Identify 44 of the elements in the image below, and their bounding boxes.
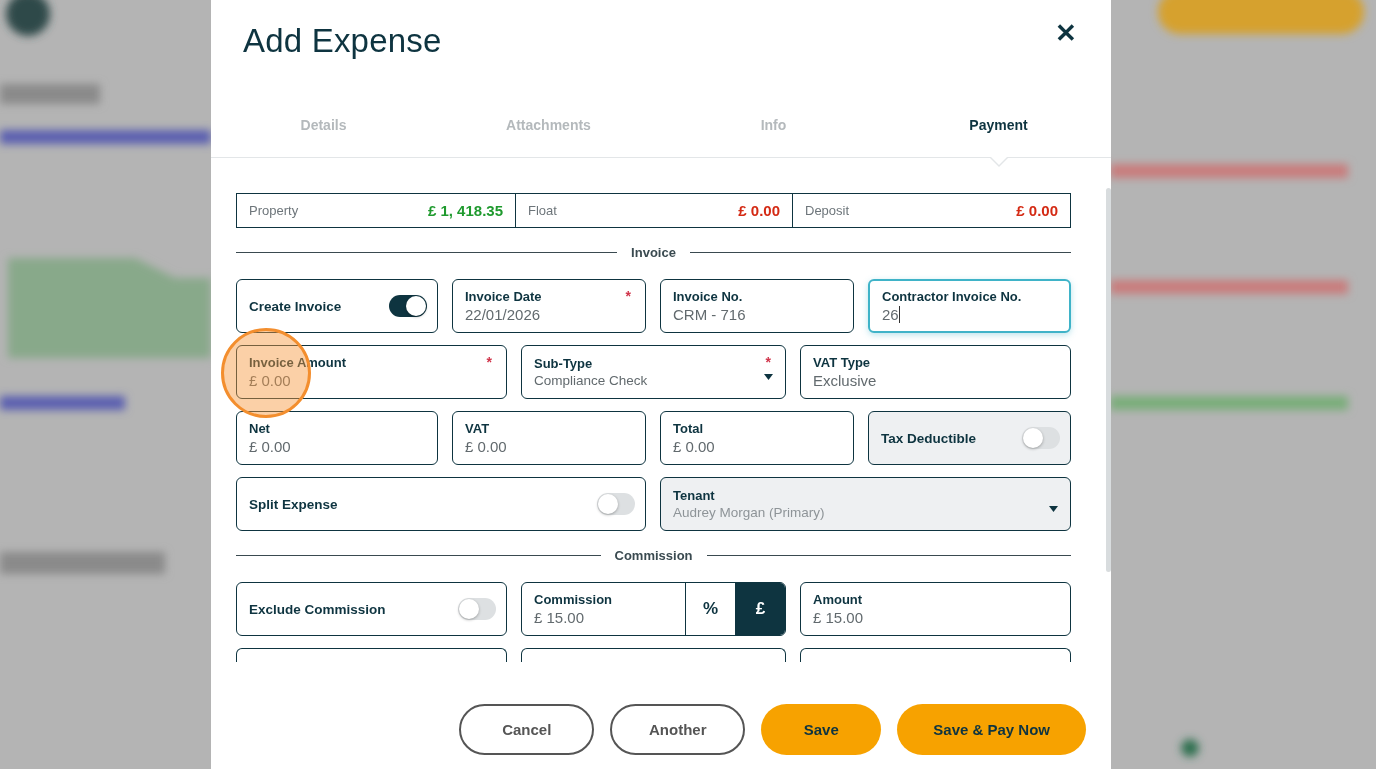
balance-amount: £ 0.00 [738, 202, 780, 219]
balance-amount: £ 1, 418.35 [427, 202, 503, 219]
toggle-label: Tax Deductible [881, 430, 977, 446]
balance-label: Property [249, 203, 299, 218]
action-button[interactable]: Save & Pay Now [897, 703, 1086, 755]
input-field[interactable]: VAT Type Exclusive [800, 345, 1071, 399]
caret-icon [1049, 506, 1058, 512]
toggle-label: Create Invoice [249, 298, 342, 314]
action-button[interactable]: Save [761, 703, 882, 755]
section-heading: Invoice [236, 245, 1071, 260]
action-button[interactable]: Cancel [459, 703, 595, 755]
toggle-switch[interactable] [597, 493, 635, 515]
required-mark: * [765, 354, 771, 370]
dialog-title: Add Expense [243, 22, 442, 60]
toggle-switch[interactable] [389, 295, 427, 317]
dropdown-field[interactable]: Sub-Type Compliance Check * [521, 345, 786, 399]
required-mark: * [625, 288, 631, 304]
blurred-logo-icon [6, 0, 50, 36]
input-field[interactable]: Contractor Invoice No. 26 [868, 279, 1071, 333]
unit-toggle[interactable]: £ [735, 583, 785, 635]
input-value[interactable]: £ 15.00 [534, 609, 673, 626]
balance-label: Deposit [805, 203, 850, 218]
input-field[interactable] [521, 648, 786, 662]
input-field[interactable]: Invoice No. CRM - 716 [660, 279, 854, 333]
toggle-label: Exclude Commission [249, 601, 386, 617]
scrollbar-thumb[interactable] [1106, 188, 1111, 572]
section-heading: Commission [236, 548, 1071, 563]
input-field[interactable]: Net £ 0.00 [236, 411, 438, 465]
input-field[interactable]: VAT £ 0.00 [452, 411, 646, 465]
input-field[interactable] [800, 648, 1071, 662]
blurred-status-dot [1181, 739, 1199, 757]
input-field[interactable]: Invoice Date 22/01/2026 * [452, 279, 646, 333]
input-field[interactable]: Total £ 0.00 [660, 411, 854, 465]
caret-icon [764, 374, 773, 380]
toggle-label: Split Expense [249, 496, 338, 512]
toggle-switch[interactable] [458, 598, 496, 620]
input-field[interactable]: Amount £ 15.00 [800, 582, 1071, 636]
balance-label: Float [528, 203, 557, 218]
balance-amount: £ 0.00 [1016, 202, 1058, 219]
field-label: Commission [534, 592, 613, 607]
input-field[interactable] [236, 648, 507, 662]
required-mark: * [486, 354, 492, 370]
action-button[interactable]: Another [610, 703, 746, 755]
close-button[interactable]: ✕ [1051, 20, 1081, 46]
